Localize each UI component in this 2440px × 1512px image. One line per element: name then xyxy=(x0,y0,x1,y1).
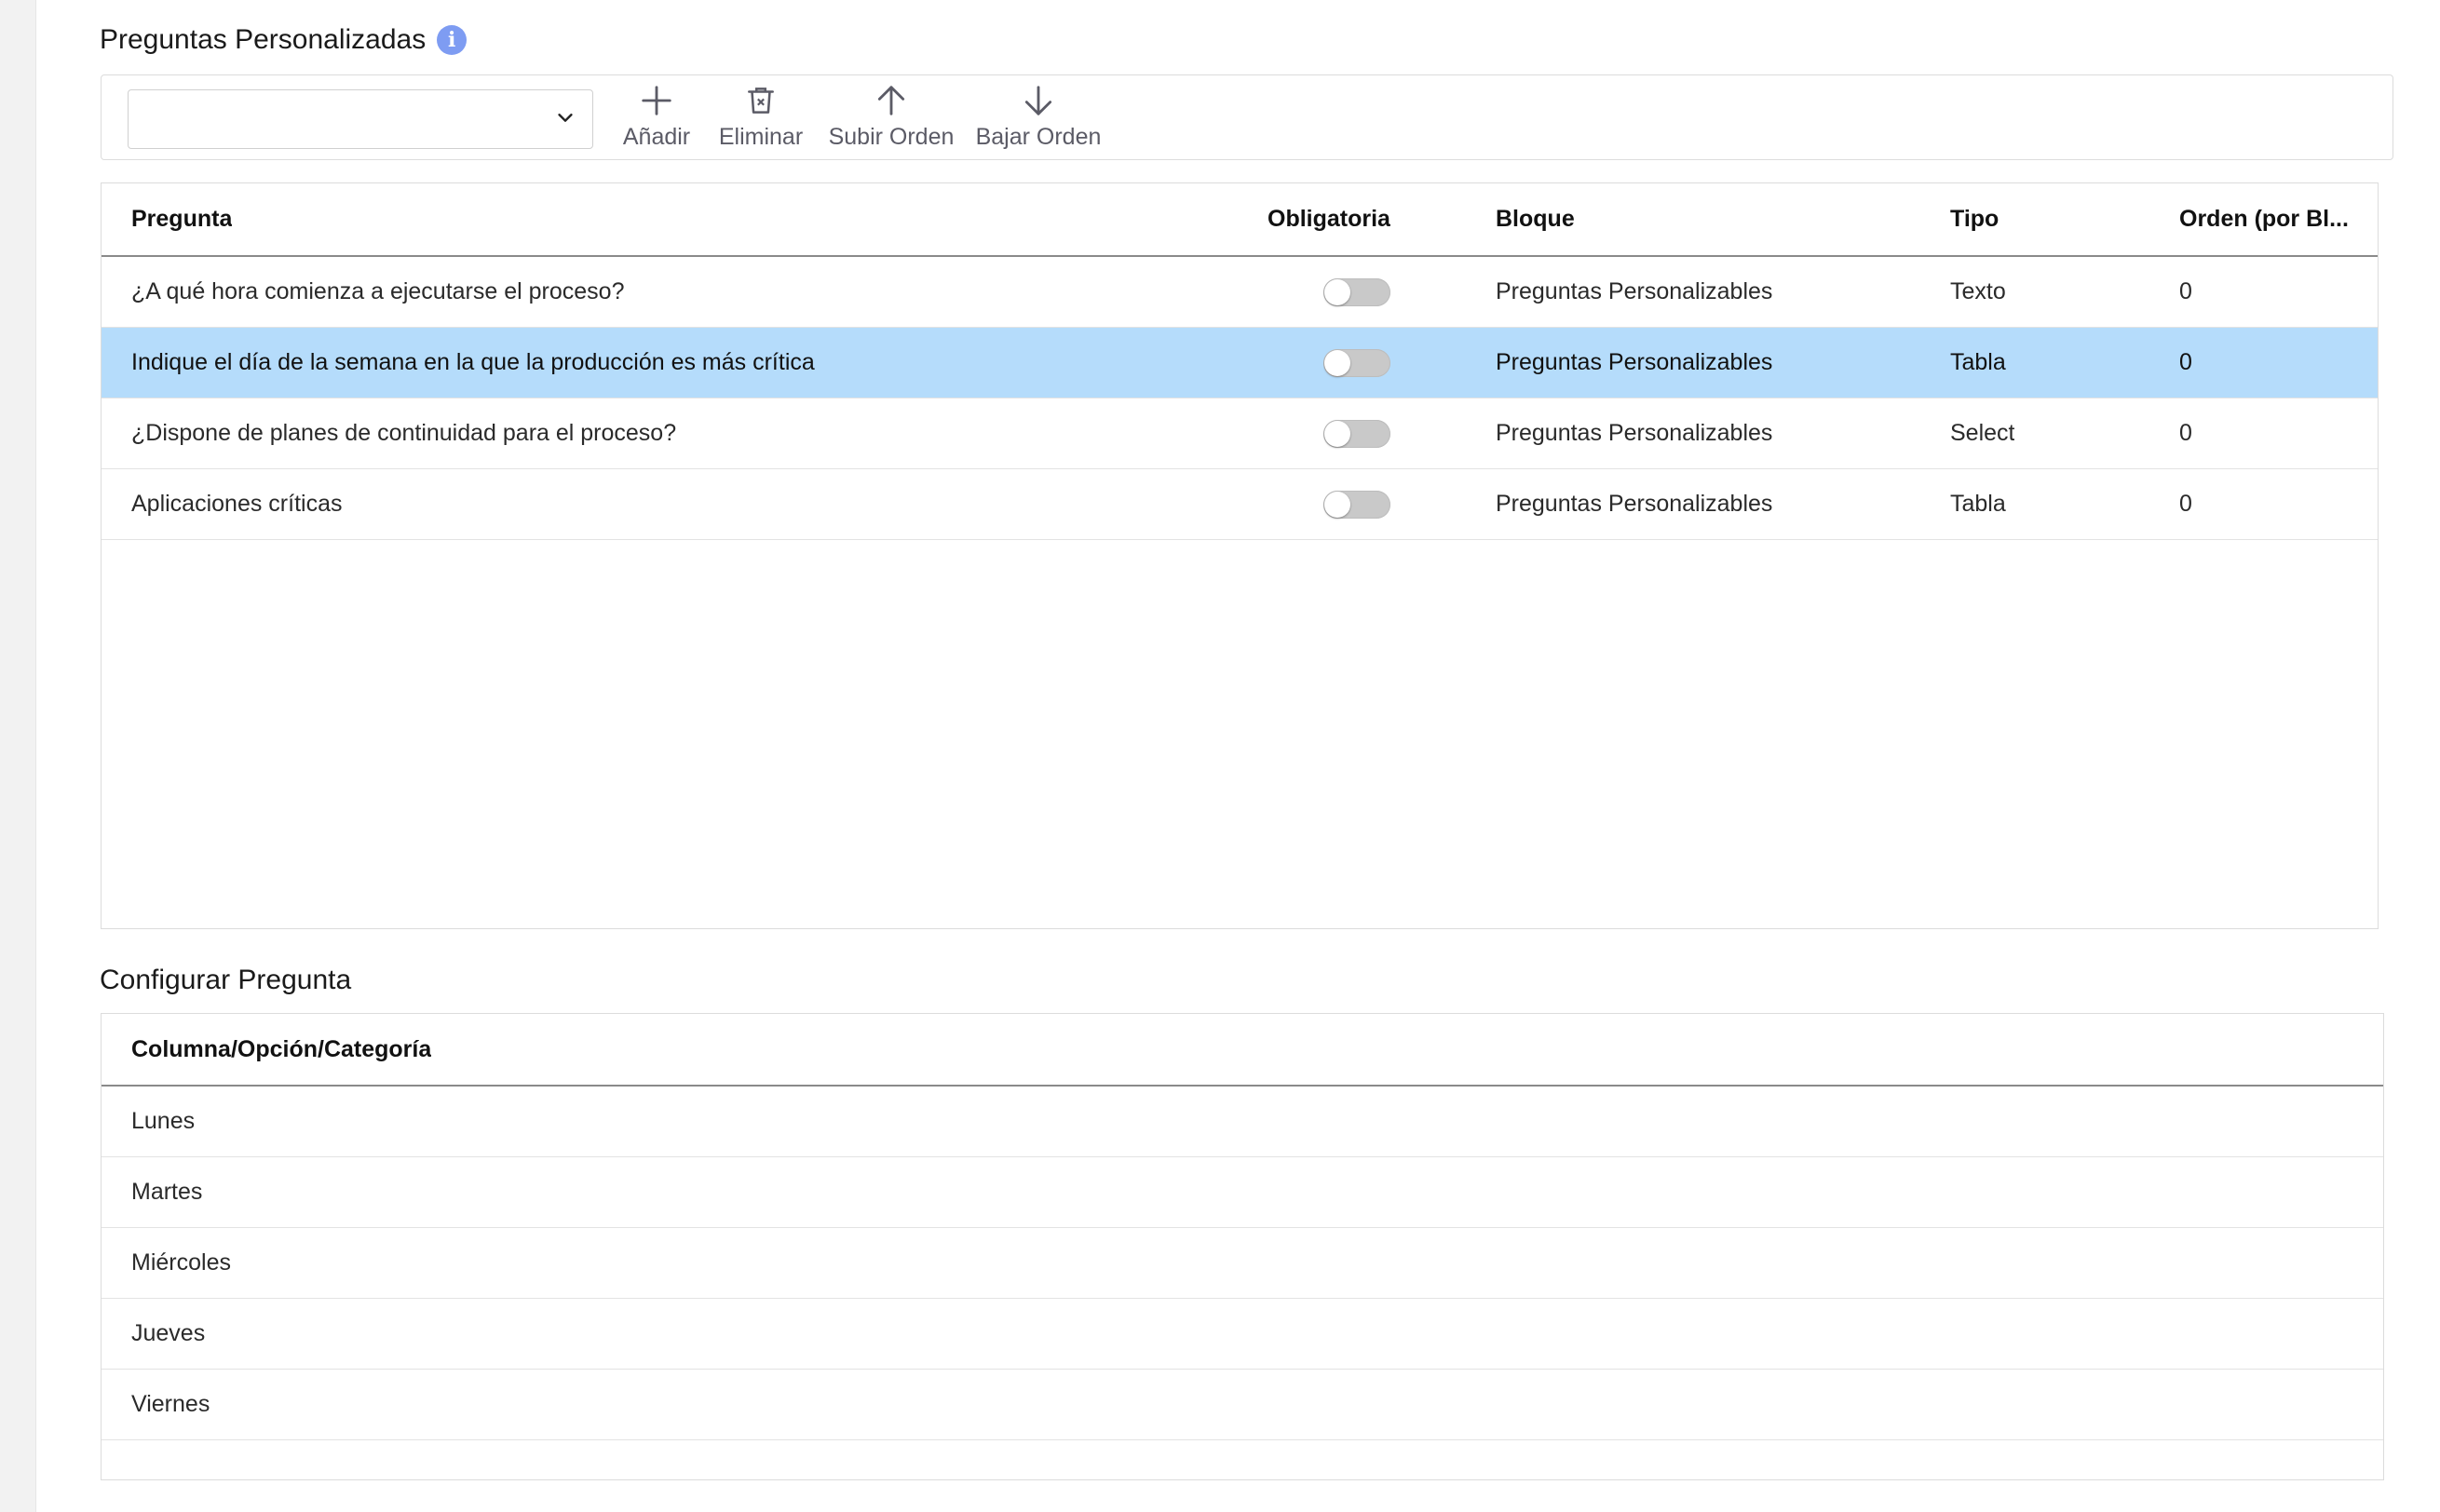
obligatoria-toggle[interactable] xyxy=(1323,419,1390,448)
list-item[interactable]: Viernes xyxy=(102,1370,2383,1440)
cell-orden: 0 xyxy=(2179,420,2192,446)
option-label: Lunes xyxy=(131,1108,196,1134)
table-row-selected[interactable]: Indique el día de la semana en la que la… xyxy=(102,328,2378,398)
col-header-pregunta[interactable]: Pregunta xyxy=(131,183,232,255)
cell-obligatoria xyxy=(1323,469,1390,539)
cell-pregunta: Aplicaciones críticas xyxy=(131,491,343,517)
configure-table-header: Columna/Opción/Categoría xyxy=(102,1014,2383,1087)
configure-table: Columna/Opción/Categoría Lunes Martes Mi… xyxy=(101,1013,2384,1480)
questions-title-text: Preguntas Personalizadas xyxy=(100,24,427,55)
col-header-orden[interactable]: Orden (por Bl... xyxy=(2179,183,2365,255)
cell-bloque: Preguntas Personalizables xyxy=(1496,420,1773,446)
list-item[interactable]: Miércoles xyxy=(102,1228,2383,1299)
move-up-button[interactable]: Subir Orden xyxy=(817,83,966,157)
trash-icon xyxy=(748,88,774,114)
cell-tipo: Tabla xyxy=(1950,491,2006,517)
cell-pregunta: Indique el día de la semana en la que la… xyxy=(131,349,815,375)
col-header-tipo[interactable]: Tipo xyxy=(1950,183,1999,255)
obligatoria-toggle[interactable] xyxy=(1323,277,1390,306)
arrow-up-icon xyxy=(877,86,905,115)
move-down-button[interactable]: Bajar Orden xyxy=(964,83,1113,157)
cell-obligatoria xyxy=(1323,398,1390,468)
cell-pregunta: ¿Dispone de planes de continuidad para e… xyxy=(131,420,677,446)
question-type-select[interactable] xyxy=(128,89,593,149)
cell-orden: 0 xyxy=(2179,491,2192,517)
list-item[interactable]: Jueves xyxy=(102,1299,2383,1370)
option-label: Miércoles xyxy=(131,1249,231,1276)
cell-tipo: Tabla xyxy=(1950,349,2006,375)
obligatoria-toggle[interactable] xyxy=(1323,490,1390,519)
chevron-down-icon xyxy=(558,114,573,122)
list-item[interactable]: Lunes xyxy=(102,1087,2383,1157)
cell-tipo: Texto xyxy=(1950,278,2006,304)
move-down-label: Bajar Orden xyxy=(975,124,1102,150)
cell-orden: 0 xyxy=(2179,349,2192,375)
option-label: Viernes xyxy=(131,1391,210,1417)
option-label: Jueves xyxy=(131,1320,206,1346)
questions-table-header: Pregunta Obligatoria Bloque Tipo Orden (… xyxy=(102,183,2378,257)
cell-orden: 0 xyxy=(2179,278,2192,304)
option-label: Martes xyxy=(131,1179,203,1205)
col-header-obligatoria[interactable]: Obligatoria xyxy=(1267,183,1390,255)
add-button[interactable]: Añadir xyxy=(619,83,694,157)
col-header-columna-opcion-categoria[interactable]: Columna/Opción/Categoría xyxy=(131,1014,431,1085)
col-header-bloque[interactable]: Bloque xyxy=(1496,183,1575,255)
obligatoria-toggle[interactable] xyxy=(1323,348,1390,377)
cell-bloque: Preguntas Personalizables xyxy=(1496,491,1773,517)
move-up-label: Subir Orden xyxy=(828,124,955,150)
questions-section-title: Preguntas Personalizadas i xyxy=(100,24,468,56)
list-item[interactable]: Martes xyxy=(102,1157,2383,1228)
table-row[interactable]: Aplicaciones críticas Preguntas Personal… xyxy=(102,469,2378,540)
add-label: Añadir xyxy=(622,124,691,150)
delete-button[interactable]: Eliminar xyxy=(709,83,813,157)
cell-bloque: Preguntas Personalizables xyxy=(1496,349,1773,375)
table-row[interactable]: ¿A qué hora comienza a ejecutarse el pro… xyxy=(102,257,2378,328)
configure-title-text: Configurar Pregunta xyxy=(100,965,352,995)
table-row[interactable]: ¿Dispone de planes de continuidad para e… xyxy=(102,398,2378,469)
cell-bloque: Preguntas Personalizables xyxy=(1496,278,1773,304)
cell-obligatoria xyxy=(1323,328,1390,398)
info-icon[interactable]: i xyxy=(437,25,468,55)
questions-table: Pregunta Obligatoria Bloque Tipo Orden (… xyxy=(101,182,2379,929)
cell-pregunta: ¿A qué hora comienza a ejecutarse el pro… xyxy=(131,278,625,304)
delete-label: Eliminar xyxy=(718,124,804,150)
left-gutter xyxy=(0,0,36,1512)
arrow-down-icon xyxy=(1024,86,1052,115)
plus-icon xyxy=(642,86,671,115)
questions-toolbar: Añadir Eliminar Subir Orden Bajar Orden xyxy=(101,74,2393,160)
cell-obligatoria xyxy=(1323,257,1390,327)
cell-tipo: Select xyxy=(1950,420,2015,446)
configure-section-title: Configurar Pregunta xyxy=(100,965,351,996)
